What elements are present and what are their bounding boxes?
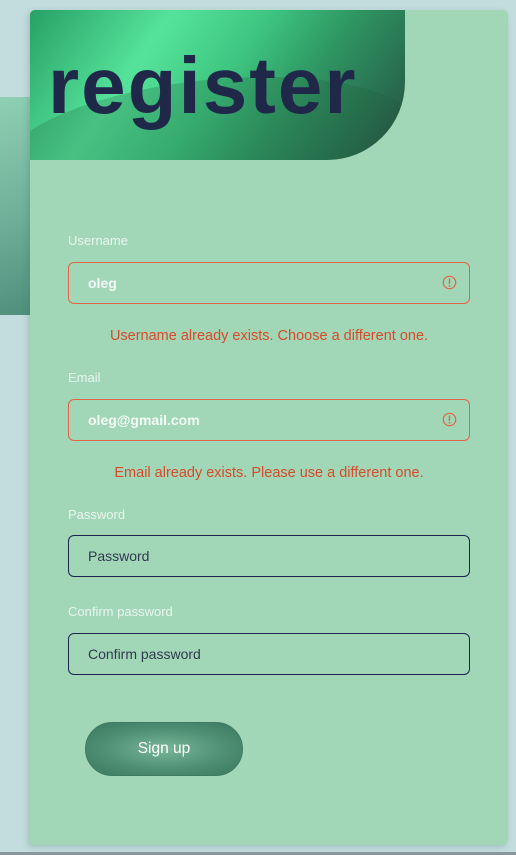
- username-label: Username: [68, 233, 128, 248]
- sign-up-button[interactable]: Sign up: [85, 722, 243, 776]
- password-input[interactable]: [69, 536, 469, 576]
- password-label: Password: [68, 507, 126, 522]
- username-field: [68, 262, 470, 304]
- confirm-password-input[interactable]: [69, 634, 469, 674]
- alert-circle-icon: [442, 412, 457, 427]
- password-field: [68, 535, 470, 577]
- confirm-password-label: Confirm password: [68, 604, 173, 619]
- email-error: Email already exists. Please use a diffe…: [114, 465, 424, 481]
- email-input[interactable]: [69, 400, 469, 440]
- header-banner: register: [30, 10, 405, 160]
- page-title: register: [48, 41, 358, 130]
- register-card: register Username Username already exist…: [30, 10, 508, 845]
- email-field: [68, 399, 470, 441]
- confirm-password-field: [68, 633, 470, 675]
- username-error: Username already exists. Choose a differ…: [109, 328, 429, 344]
- username-input[interactable]: [69, 263, 469, 303]
- alert-circle-icon: [442, 275, 457, 290]
- email-label: Email: [68, 370, 101, 385]
